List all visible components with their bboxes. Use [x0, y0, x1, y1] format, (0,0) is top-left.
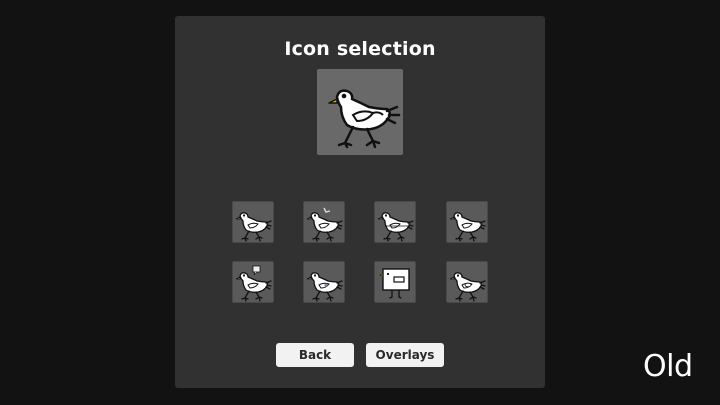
overlays-button[interactable]: Overlays	[366, 343, 444, 367]
seagull-box-icon	[379, 268, 410, 299]
seagull-with-speech-icon	[235, 265, 272, 302]
old-watermark: Old	[643, 349, 693, 384]
icon-option-4[interactable]	[446, 201, 488, 243]
back-button[interactable]: Back	[276, 343, 354, 367]
icon-selection-dialog: Icon selection Back Overlays	[175, 16, 545, 388]
seagull-standing-icon	[449, 212, 486, 242]
icon-option-7[interactable]	[374, 261, 416, 303]
seagull-icon	[328, 89, 401, 149]
dialog-title: Icon selection	[284, 38, 436, 60]
selected-icon-preview	[317, 69, 403, 155]
icon-option-3[interactable]	[374, 201, 416, 243]
icon-option-2[interactable]	[303, 201, 345, 243]
icon-option-8[interactable]	[446, 261, 488, 303]
seagull-walking-icon	[235, 212, 272, 242]
seagull-flat-icon	[377, 212, 414, 242]
icon-option-1[interactable]	[232, 201, 274, 243]
seagull-eye-icon	[449, 272, 486, 302]
icon-option-6[interactable]	[303, 261, 345, 303]
seagull-with-fish-icon	[306, 207, 343, 242]
seagull-spotted-icon	[306, 272, 343, 302]
icon-option-5[interactable]	[232, 261, 274, 303]
